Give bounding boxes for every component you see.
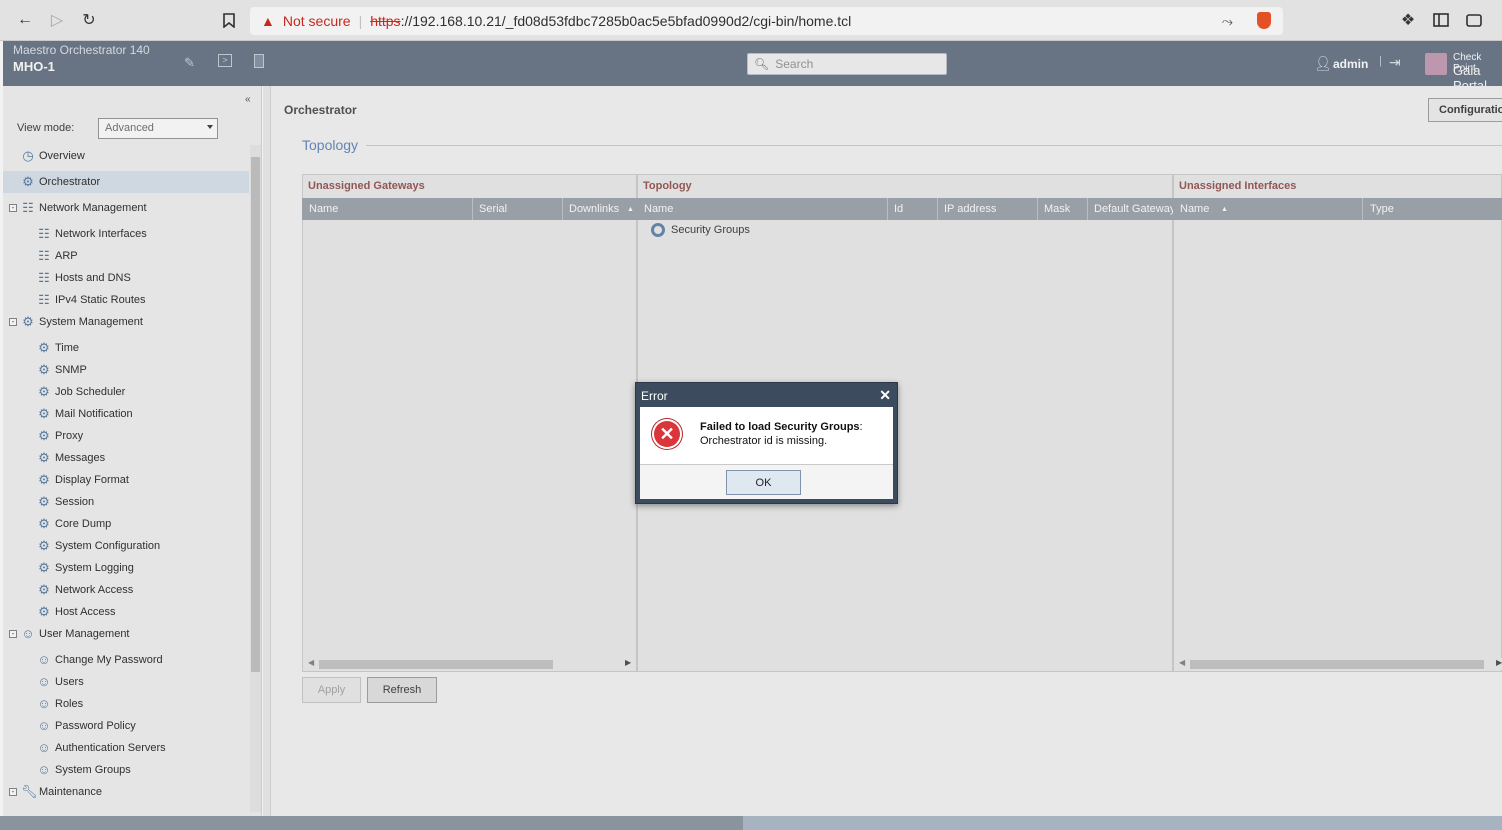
error-icon: ✕ (652, 419, 682, 449)
ok-button[interactable]: OK (726, 470, 801, 495)
dialog-footer: OK (640, 465, 893, 499)
dialog-body: ✕ Failed to load Security Groups: Orches… (640, 407, 893, 465)
close-icon[interactable]: ✕ (879, 387, 891, 404)
error-dialog: Error ✕ ✕ Failed to load Security Groups… (635, 382, 898, 504)
error-message: Failed to load Security Groups: Orchestr… (700, 420, 863, 448)
bottom-bar (0, 816, 1502, 830)
bottom-bar-right (743, 816, 1502, 830)
error-message-detail: Orchestrator id is missing. (700, 435, 828, 447)
error-message-colon: : (859, 421, 863, 433)
error-message-title: Failed to load Security Groups (700, 421, 860, 433)
dialog-title: Error (641, 389, 668, 403)
